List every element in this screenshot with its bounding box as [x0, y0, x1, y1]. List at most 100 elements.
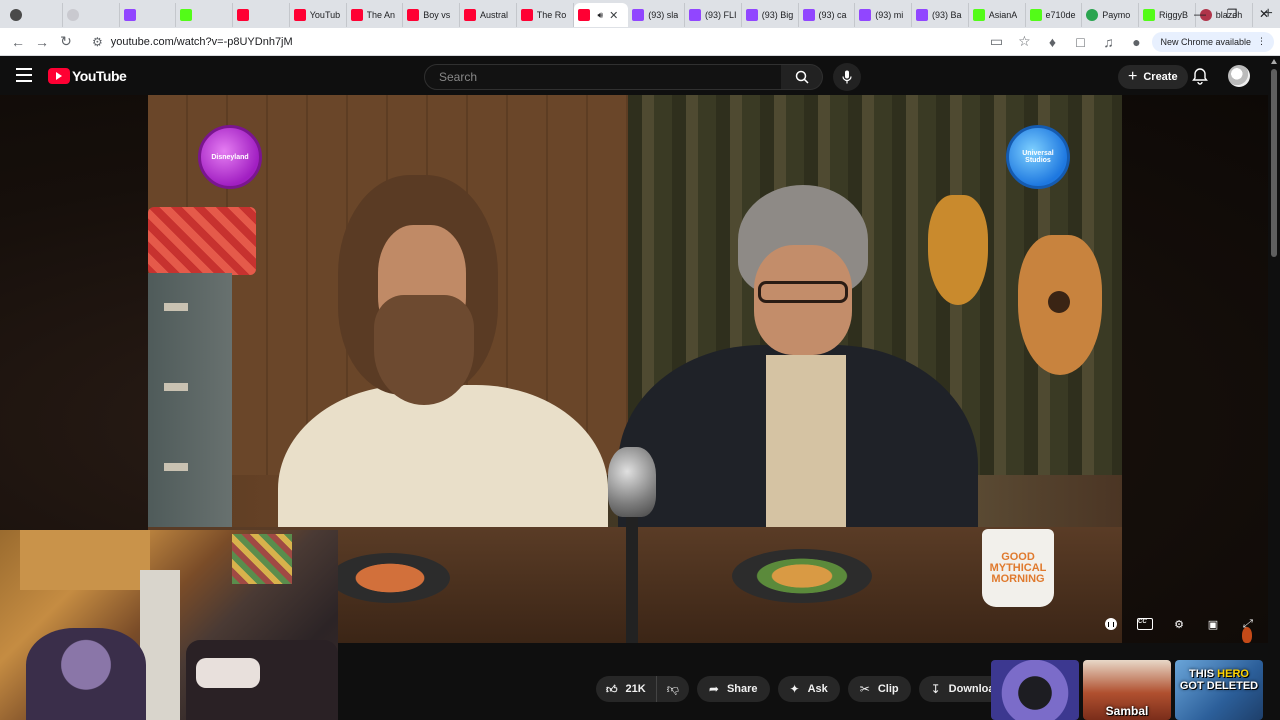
browser-tab[interactable]: e710de	[1026, 3, 1083, 27]
download-icon: ↧	[930, 682, 941, 696]
kick-icon	[972, 9, 985, 21]
browser-tab[interactable]	[63, 3, 120, 27]
browser-tab[interactable]: The An	[347, 3, 404, 27]
sidepanel-icon[interactable]: □	[1068, 30, 1092, 54]
youtube-icon	[237, 9, 249, 21]
page-scrollbar[interactable]	[1268, 57, 1280, 720]
forward-icon[interactable]: →	[30, 30, 54, 54]
recommended-video-1[interactable]	[991, 660, 1079, 720]
browser-tab[interactable]: 🔊︎ ✕	[573, 3, 629, 27]
tab-title: (93) FLI	[705, 10, 737, 20]
browser-tab[interactable]: (93) Big	[742, 3, 799, 27]
browser-tab[interactable]: Austral	[460, 3, 517, 27]
twitch-icon	[745, 9, 758, 21]
gmm-mug: GOOD MYTHICAL MORNING	[982, 529, 1054, 607]
account-avatar[interactable]	[1228, 65, 1250, 87]
address-bar[interactable]: ⚙ youtube.com/watch?v=-p8UYDnh7jM	[84, 31, 978, 53]
scissors-icon: ✂	[859, 682, 870, 696]
browser-tab[interactable]: (93) mi	[855, 3, 913, 27]
dislike-button[interactable]: 👎︎	[657, 676, 689, 702]
extensions-icon[interactable]: ♦	[1040, 30, 1064, 54]
site-info-icon[interactable]: ⚙	[92, 35, 103, 49]
recommended-video-3[interactable]: THIS HERO GOT DELETED	[1175, 660, 1263, 720]
back-icon[interactable]: ←	[6, 30, 30, 54]
browser-tab[interactable]: YouTub	[290, 3, 347, 27]
browser-tab[interactable]: (93) FLI	[685, 3, 742, 27]
close-window-icon[interactable]: ✕	[1248, 0, 1280, 28]
browser-tab[interactable]	[233, 3, 290, 27]
profile-icon[interactable]: ●	[1124, 30, 1148, 54]
search-button[interactable]	[781, 64, 823, 90]
food-plate-right	[732, 549, 872, 603]
menu-icon[interactable]	[16, 68, 32, 82]
pause-button[interactable]	[1100, 613, 1122, 635]
clip-button[interactable]: ✂ Clip	[847, 676, 911, 702]
like-button[interactable]: 👍︎ 21K	[596, 676, 657, 702]
recommended-thumbnails: Sambal THIS HERO GOT DELETED	[991, 660, 1263, 720]
plus-icon: +	[1128, 68, 1138, 85]
share-button[interactable]: ➦ Share	[696, 676, 770, 702]
streamer	[26, 628, 146, 720]
voice-search-button[interactable]	[833, 63, 861, 91]
twitch-icon	[632, 9, 645, 21]
search-input[interactable]: Search	[424, 64, 782, 90]
tab-audio-icon[interactable]: 🔊︎	[598, 10, 604, 21]
youtube-page: YouTube Search + Create Disneyland Unive…	[0, 57, 1280, 720]
youtube-icon	[293, 9, 306, 21]
browser-tab[interactable]: Paymo	[1082, 3, 1140, 27]
scroll-up-icon[interactable]	[1271, 59, 1277, 64]
ask-button[interactable]: ✦ Ask	[777, 676, 840, 702]
settings-button[interactable]: ⚙	[1168, 613, 1190, 635]
captions-icon: CC	[1137, 618, 1153, 630]
window-controls: — ❐ ✕	[1184, 0, 1280, 28]
red-blanket	[148, 207, 256, 275]
tab-title: (93) Ba	[932, 10, 962, 20]
browser-tab[interactable]	[6, 3, 63, 27]
create-button[interactable]: + Create	[1118, 65, 1188, 89]
tab-title: (93) sla	[648, 10, 679, 20]
tab-close-icon[interactable]: ✕	[609, 9, 618, 22]
browser-tab[interactable]: (93) ca	[799, 3, 856, 27]
miniplayer-button[interactable]: ▣	[1202, 613, 1224, 635]
disneyland-badge: Disneyland	[198, 125, 262, 189]
twitch-icon	[859, 9, 872, 21]
reload-icon[interactable]: ↻	[54, 30, 78, 54]
browser-tab[interactable]: The Ro	[517, 3, 574, 27]
twitch-icon	[123, 9, 136, 21]
tab-title: The Ro	[536, 10, 567, 20]
like-count: 21K	[625, 683, 646, 695]
captions-button[interactable]: CC	[1134, 613, 1156, 635]
restore-icon[interactable]: ❐	[1216, 0, 1248, 28]
thumbs-up-icon: 👍︎	[606, 683, 618, 696]
search-placeholder: Search	[439, 70, 478, 84]
tab-title: (93) Big	[761, 10, 794, 20]
browser-tab[interactable]	[176, 3, 233, 27]
minimize-icon[interactable]: —	[1184, 0, 1216, 28]
logo-text: YouTube	[72, 68, 127, 84]
browser-tab-strip: YouTub The An Boy vs Austral The Ro 🔊︎ ✕ (93) s…	[0, 0, 1280, 28]
browser-tab[interactable]	[120, 3, 177, 27]
player-controls: CC ⚙ ▣ ⤢	[1100, 613, 1258, 635]
share-icon: ➦	[708, 682, 719, 696]
browser-tab[interactable]: (93) sla	[628, 3, 686, 27]
browser-tab[interactable]: (93) Ba	[912, 3, 969, 27]
paymo-icon	[1086, 9, 1099, 21]
twitch-icon	[802, 9, 815, 21]
scrollbar-thumb[interactable]	[1271, 69, 1277, 257]
tab-title: AsianA	[988, 10, 1018, 20]
bookmark-star-icon[interactable]: ☆	[1012, 30, 1036, 54]
gear-icon: ⚙	[1174, 618, 1184, 631]
media-controls-icon[interactable]: ♫	[1096, 30, 1120, 54]
create-label: Create	[1143, 71, 1178, 83]
recommended-video-2[interactable]: Sambal	[1083, 660, 1171, 720]
microphone-icon	[842, 70, 852, 84]
tab-title: (93) ca	[818, 10, 847, 20]
tab-title: Paymo	[1102, 10, 1131, 20]
notifications-bell-icon[interactable]	[1191, 67, 1209, 85]
chrome-update-button[interactable]: New Chrome available ⋮	[1152, 31, 1274, 52]
browser-tab[interactable]: Boy vs	[403, 3, 460, 27]
youtube-logo[interactable]: YouTube	[48, 68, 127, 84]
install-app-icon[interactable]: ▭	[984, 30, 1008, 54]
flame-icon	[1242, 627, 1252, 643]
browser-tab[interactable]: AsianA	[969, 3, 1026, 27]
